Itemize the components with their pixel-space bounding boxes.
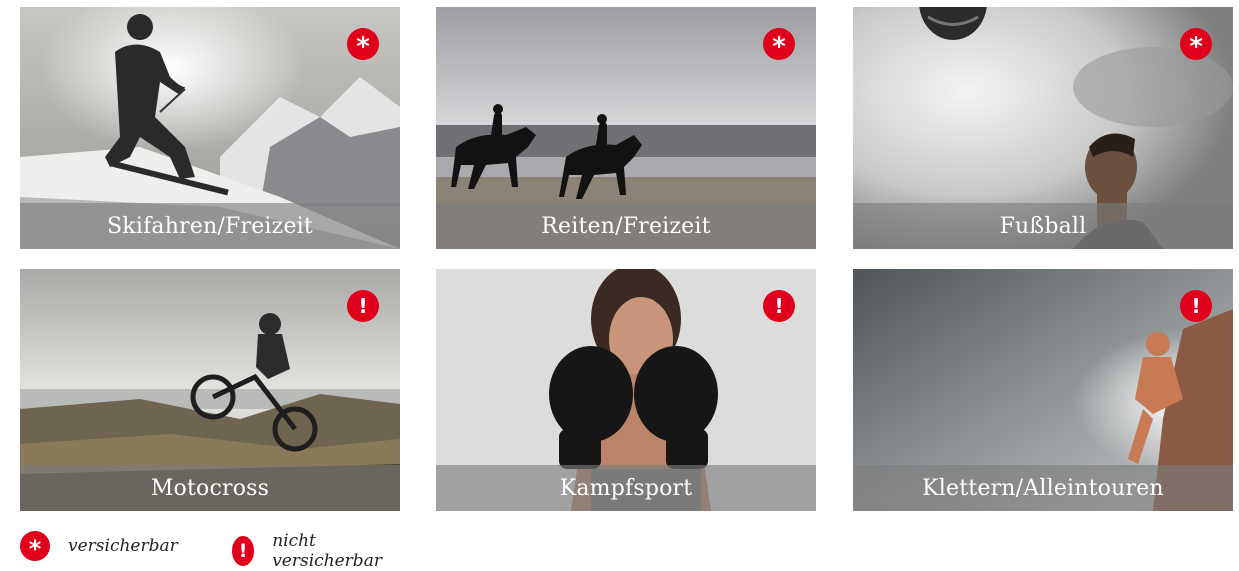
legend-insurable: * versicherbar bbox=[20, 531, 178, 563]
tile-caption: Motocross bbox=[20, 465, 400, 511]
tile-caption: Kampfsport bbox=[436, 465, 816, 511]
not-insurable-exclamation-icon: ! bbox=[763, 290, 795, 322]
tile-caption: Fußball bbox=[853, 203, 1233, 249]
not-insurable-exclamation-icon: ! bbox=[232, 536, 255, 566]
tile-caption: Klettern/Alleintouren bbox=[853, 465, 1233, 511]
tile-caption: Reiten/Freizeit bbox=[436, 203, 816, 249]
sport-tile-horse-riding[interactable]: Reiten/Freizeit * bbox=[436, 7, 816, 249]
legend-not-insurable: ! nicht versicherbar bbox=[232, 531, 390, 571]
legend-insurable-label: versicherbar bbox=[68, 536, 178, 556]
insurable-star-icon: * bbox=[763, 28, 795, 60]
sport-tile-skiing[interactable]: Skifahren/Freizeit * bbox=[20, 7, 400, 249]
tile-caption: Skifahren/Freizeit bbox=[20, 203, 400, 249]
insurable-star-icon: * bbox=[347, 28, 379, 60]
sport-tile-motocross[interactable]: Motocross ! bbox=[20, 269, 400, 511]
not-insurable-exclamation-icon: ! bbox=[347, 290, 379, 322]
insurable-star-icon: * bbox=[1180, 28, 1212, 60]
sport-tile-combat-sports[interactable]: Kampfsport ! bbox=[436, 269, 816, 511]
sport-tile-football[interactable]: Fußball * bbox=[853, 7, 1233, 249]
sport-tile-climbing[interactable]: Klettern/Alleintouren ! bbox=[853, 269, 1233, 511]
not-insurable-exclamation-icon: ! bbox=[1180, 290, 1212, 322]
insurable-star-icon: * bbox=[20, 531, 50, 563]
legend-not-insurable-label: nicht versicherbar bbox=[272, 531, 382, 571]
